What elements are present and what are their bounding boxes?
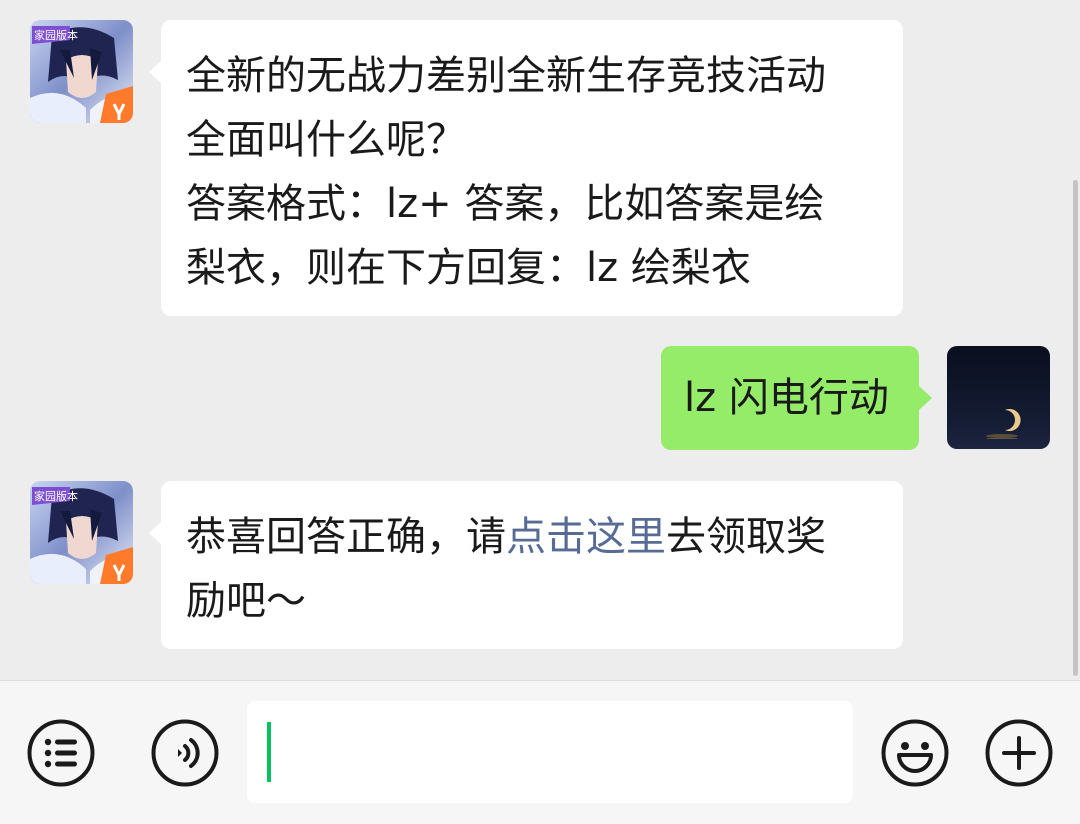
svg-text:家园版本: 家园版本 <box>34 28 78 42</box>
voice-icon[interactable] <box>151 719 219 787</box>
message-input[interactable] <box>247 701 853 803</box>
message-text-line: 梨衣，则在下方回复：lz 绘梨衣 <box>186 245 751 291</box>
menu-list-icon[interactable] <box>27 719 95 787</box>
message-text-line: 励吧～ <box>186 578 306 624</box>
incoming-message-question[interactable]: 全新的无战力差别全新生存竞技活动 全面叫什么呢？ 答案格式：lz+ 答案，比如答… <box>149 20 903 316</box>
message-text: 去领取奖 <box>666 514 826 560</box>
emoji-icon[interactable] <box>881 719 949 787</box>
game-avatar[interactable]: 家园版本 <box>30 481 133 584</box>
chat-message-area[interactable]: 家园版本 全新的无战力差别全新生存竞技活动 全面叫什么呢？ 答案格式：lz+ 答… <box>0 0 1080 680</box>
game-avatar[interactable]: 家园版本 <box>30 20 133 123</box>
text-caret <box>267 722 271 782</box>
plus-icon[interactable] <box>985 719 1053 787</box>
message-text: lz 闪电行动 <box>684 375 889 421</box>
incoming-message-result[interactable]: 恭喜回答正确，请点击这里去领取奖 励吧～ <box>149 481 903 649</box>
user-avatar[interactable] <box>947 346 1050 449</box>
message-text: 恭喜回答正确，请 <box>186 514 506 560</box>
message-text-line: 全新的无战力差别全新生存竞技活动 <box>186 53 826 99</box>
message-text-line: 恭喜回答正确，请点击这里去领取奖 <box>186 505 879 569</box>
input-bar <box>0 680 1080 824</box>
svg-text:家园版本: 家园版本 <box>34 489 78 503</box>
message-text-line: 答案格式：lz+ 答案，比如答案是绘 <box>186 181 825 227</box>
message-text-line: 全面叫什么呢？ <box>186 117 466 163</box>
reward-link[interactable]: 点击这里 <box>506 514 666 560</box>
outgoing-message-answer[interactable]: lz 闪电行动 <box>661 346 932 450</box>
scrollbar[interactable] <box>1073 180 1078 676</box>
